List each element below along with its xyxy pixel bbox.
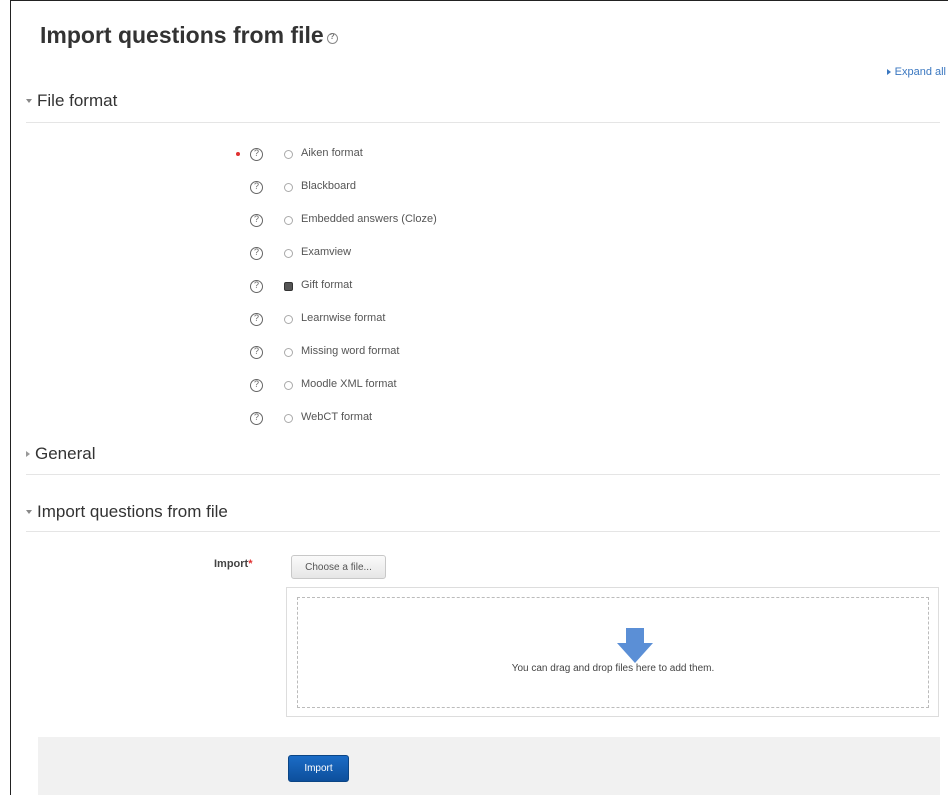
required-marker <box>236 152 240 156</box>
file-dropzone[interactable]: You can drag and drop files here to add … <box>297 597 929 708</box>
help-icon[interactable] <box>250 247 263 260</box>
section-title: Import questions from file <box>37 502 228 521</box>
format-label[interactable]: Learnwise format <box>301 312 385 324</box>
section-divider <box>26 122 940 123</box>
format-radio[interactable] <box>284 249 293 258</box>
import-label-text: Import <box>214 558 249 570</box>
format-radio[interactable] <box>284 150 293 159</box>
format-radio[interactable] <box>284 348 293 357</box>
format-radio[interactable] <box>284 216 293 225</box>
help-icon[interactable] <box>250 346 263 359</box>
format-label[interactable]: Embedded answers (Cloze) <box>301 213 437 225</box>
import-field-label: Import* <box>214 558 253 570</box>
help-icon[interactable] <box>250 313 263 326</box>
format-label[interactable]: WebCT format <box>301 411 372 423</box>
format-radio[interactable] <box>284 414 293 423</box>
section-divider <box>26 474 940 475</box>
format-label[interactable]: Examview <box>301 246 351 258</box>
expand-triangle-icon <box>886 69 891 75</box>
help-icon[interactable] <box>250 214 263 227</box>
help-icon[interactable] <box>326 32 338 44</box>
form-footer: Import <box>38 737 940 795</box>
format-label[interactable]: Aiken format <box>301 147 363 159</box>
file-dropzone-container: You can drag and drop files here to add … <box>286 587 939 717</box>
section-title: File format <box>37 91 118 110</box>
section-file-format[interactable]: File format <box>26 91 117 111</box>
collapse-triangle-icon <box>26 99 32 103</box>
help-icon[interactable] <box>250 148 263 161</box>
page-title-text: Import questions from file <box>40 22 324 48</box>
expand-all-link[interactable]: Expand all <box>886 66 946 78</box>
help-icon[interactable] <box>250 280 263 293</box>
collapse-triangle-icon <box>26 510 32 514</box>
format-radio-selected[interactable] <box>284 282 293 291</box>
format-label[interactable]: Moodle XML format <box>301 378 397 390</box>
expand-all-label: Expand all <box>894 66 946 78</box>
help-icon[interactable] <box>250 379 263 392</box>
format-label[interactable]: Gift format <box>301 279 352 291</box>
help-icon[interactable] <box>250 412 263 425</box>
format-label[interactable]: Blackboard <box>301 180 356 192</box>
help-icon[interactable] <box>250 181 263 194</box>
page-title: Import questions from file <box>40 22 338 49</box>
format-label[interactable]: Missing word format <box>301 345 399 357</box>
download-arrow-icon <box>617 628 653 663</box>
section-general[interactable]: General <box>26 444 95 464</box>
section-import-questions[interactable]: Import questions from file <box>26 502 228 522</box>
import-submit-button[interactable]: Import <box>288 755 349 782</box>
dropzone-text: You can drag and drop files here to add … <box>511 663 715 674</box>
format-radio[interactable] <box>284 183 293 192</box>
format-radio[interactable] <box>284 381 293 390</box>
section-title: General <box>35 444 96 463</box>
section-divider <box>26 531 940 532</box>
expand-triangle-icon <box>26 451 30 457</box>
choose-file-button[interactable]: Choose a file... <box>291 555 386 579</box>
format-radio[interactable] <box>284 315 293 324</box>
required-marker: * <box>248 558 253 570</box>
